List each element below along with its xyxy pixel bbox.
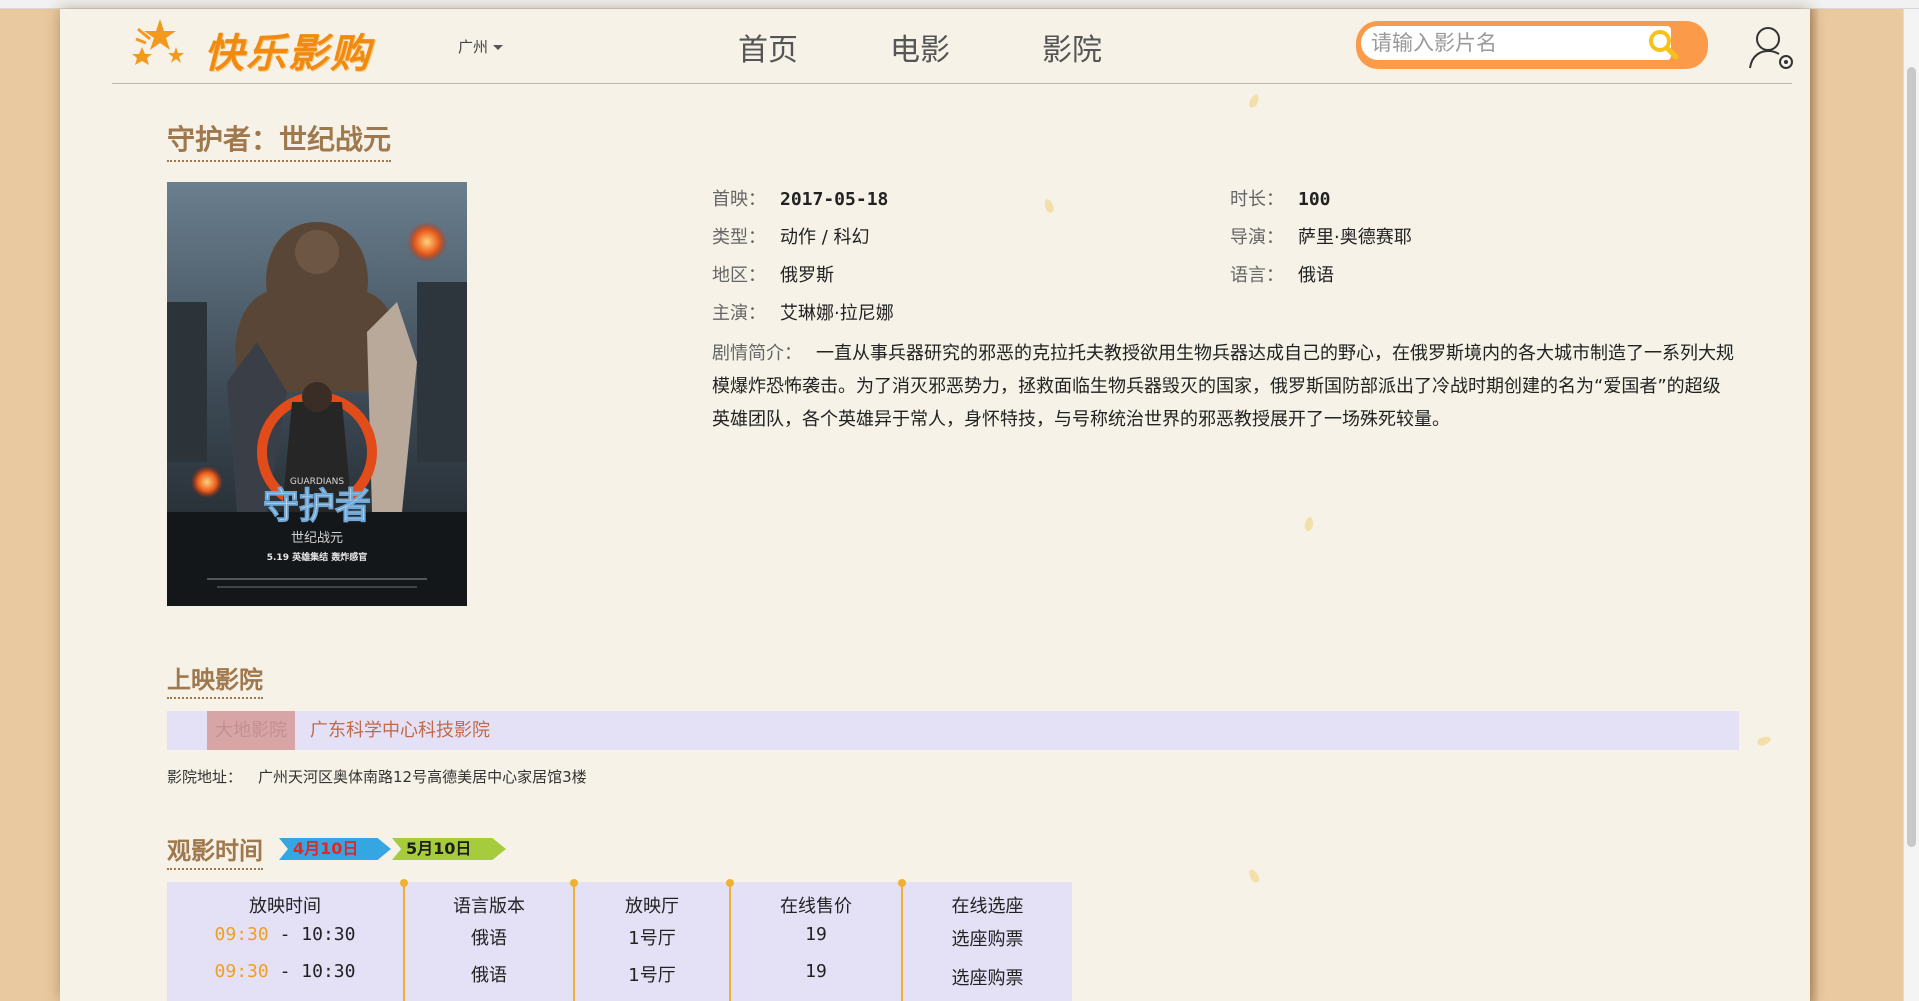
header-price: 在线售价 xyxy=(780,896,852,917)
director-row: 导演： 萨里·奥德赛耶 xyxy=(1230,223,1412,249)
genre-row: 类型： 动作 / 科幻 xyxy=(712,223,870,249)
page-edge-shadow xyxy=(1810,9,1820,1001)
cinema-address: 影院地址： 广州天河区奥体南路12号高德美居中心家居馆3楼 xyxy=(167,766,587,787)
nav-cinemas[interactable]: 影院 xyxy=(1042,25,1102,69)
bookmarks-bar xyxy=(0,0,1919,9)
row1-language: 俄语 xyxy=(471,928,507,949)
language-label: 语言： xyxy=(1230,265,1284,286)
poster-cn-title: 守护者 xyxy=(263,486,371,527)
row1-sep: - xyxy=(279,924,291,945)
site-logo[interactable]: 快乐影购 xyxy=(132,17,392,77)
row2-price: 19 xyxy=(805,961,827,982)
row1-price: 19 xyxy=(805,924,827,945)
duration-label: 时长： xyxy=(1230,189,1284,210)
col-time: 放映时间 09:30 - 10:30 09:30 - 10:30 xyxy=(167,882,403,1001)
genre-label: 类型： xyxy=(712,227,766,248)
scrollbar-thumb[interactable] xyxy=(1907,67,1916,847)
cinemas-title: 上映影院 xyxy=(167,660,263,699)
cinema-name[interactable]: 广东科学中心科技影院 xyxy=(310,711,490,750)
row2-language: 俄语 xyxy=(471,965,507,986)
nav-home[interactable]: 首页 xyxy=(738,25,798,69)
stars-logo-icon xyxy=(132,19,184,65)
scrollbar[interactable] xyxy=(1903,9,1919,1001)
address-label: 影院地址： xyxy=(167,768,243,786)
genre-value: 动作 / 科幻 xyxy=(780,227,870,248)
region-label: 地区： xyxy=(712,265,766,286)
search-box xyxy=(1356,21,1708,69)
city-label: 广州 xyxy=(458,38,489,56)
synopsis-label: 剧情简介： xyxy=(712,343,802,364)
showtimes-title: 观影时间 xyxy=(167,831,263,870)
col-language: 语言版本 俄语 俄语 xyxy=(405,882,573,1001)
logo-text: 快乐影购 xyxy=(204,30,372,77)
movie-title: 守护者：世纪战元 xyxy=(167,118,392,162)
city-selector[interactable]: 广州 xyxy=(458,36,504,57)
address-value: 广州天河区奥体南路12号高德美居中心家居馆3楼 xyxy=(258,768,587,786)
row1-end: 10:30 xyxy=(301,924,356,945)
duration-value: 100 xyxy=(1298,189,1331,210)
site-header: 快乐影购 广州 首页 电影 影院 xyxy=(112,9,1793,84)
director-value: 萨里·奥德赛耶 xyxy=(1298,227,1412,248)
chevron-down-icon xyxy=(493,45,504,50)
movie-poster[interactable]: GUARDIANS 守护者 世纪战元 5.19 英雄集结 轰炸感官 xyxy=(167,182,467,606)
header-time: 放映时间 xyxy=(249,896,321,917)
row2-time: 09:30 - 10:30 xyxy=(167,961,403,982)
date-tab-1[interactable]: 4月10日 xyxy=(279,838,391,860)
showtimes-table: 放映时间 09:30 - 10:30 09:30 - 10:30 语言版本 俄语… xyxy=(167,879,1072,1001)
row2-start: 09:30 xyxy=(214,961,269,982)
synopsis: 剧情简介： 一直从事兵器研究的邪恶的克拉托夫教授欲用生物兵器达成自己的野心，在俄罗… xyxy=(712,337,1738,436)
language-row: 语言： 俄语 xyxy=(1230,261,1334,287)
region-value: 俄罗斯 xyxy=(780,265,834,286)
region-row: 地区： 俄罗斯 xyxy=(712,261,834,287)
date-tab-2[interactable]: 5月10日 xyxy=(392,838,506,860)
synopsis-text: 一直从事兵器研究的邪恶的克拉托夫教授欲用生物兵器达成自己的野心，在俄罗斯境内的各… xyxy=(712,343,1734,430)
row1-hall: 1号厅 xyxy=(628,928,676,949)
row2-hall: 1号厅 xyxy=(628,965,676,986)
row1-time: 09:30 - 10:30 xyxy=(167,924,403,945)
search-input[interactable] xyxy=(1361,26,1671,60)
cinema-row[interactable]: 大地影院 广东科学中心科技影院 xyxy=(167,711,1739,750)
row2-buy-button[interactable]: 选座购票 xyxy=(903,964,1072,990)
director-label: 导演： xyxy=(1230,227,1284,248)
premiere-row: 首映： 2017-05-18 xyxy=(712,185,888,211)
header-hall: 放映厅 xyxy=(625,896,679,917)
premiere-label: 首映： xyxy=(712,189,766,210)
row1-buy-button[interactable]: 选座购票 xyxy=(903,925,1072,951)
header-seat: 在线选座 xyxy=(951,896,1024,917)
nav-movies[interactable]: 电影 xyxy=(890,25,950,69)
search-icon[interactable] xyxy=(1646,27,1680,61)
premiere-value: 2017-05-18 xyxy=(780,189,889,210)
user-settings-icon[interactable] xyxy=(1748,24,1796,72)
poster-artwork: GUARDIANS 守护者 世纪战元 5.19 英雄集结 轰炸感官 xyxy=(167,182,467,606)
duration-row: 时长： 100 xyxy=(1230,185,1331,211)
language-value: 俄语 xyxy=(1298,265,1334,286)
row1-start: 09:30 xyxy=(214,924,269,945)
row2-sep: - xyxy=(279,961,291,982)
cinema-chain-tag: 大地影院 xyxy=(207,711,295,750)
poster-tagline: 5.19 英雄集结 轰炸感官 xyxy=(267,551,367,563)
col-seat: 在线选座 选座购票 选座购票 xyxy=(903,882,1072,1001)
cast-row: 主演： 艾琳娜·拉尼娜 xyxy=(712,299,894,325)
header-language: 语言版本 xyxy=(453,896,525,917)
col-hall: 放映厅 1号厅 1号厅 xyxy=(575,882,729,1001)
col-price: 在线售价 19 19 xyxy=(731,882,901,1001)
cast-label: 主演： xyxy=(712,303,766,324)
cast-value: 艾琳娜·拉尼娜 xyxy=(780,303,894,324)
poster-subtitle: 世纪战元 xyxy=(291,531,343,546)
row2-end: 10:30 xyxy=(301,961,356,982)
